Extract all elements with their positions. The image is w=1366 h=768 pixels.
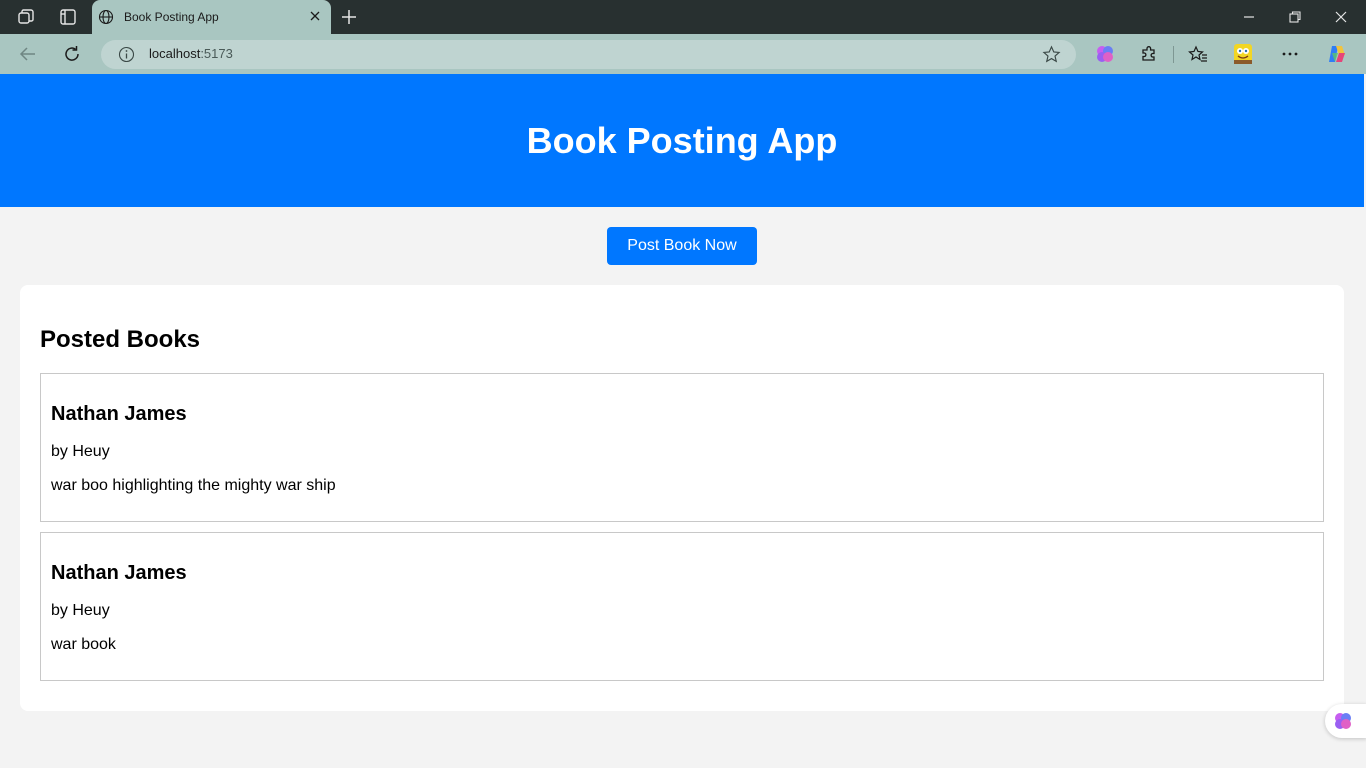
close-icon[interactable] <box>309 10 321 22</box>
url-port: :5173 <box>200 46 233 61</box>
refresh-icon[interactable] <box>62 44 82 64</box>
book-description: war book <box>51 636 116 653</box>
minimize-icon[interactable] <box>1242 10 1256 24</box>
toolbar-divider <box>1173 46 1174 63</box>
posted-books-heading: Posted Books <box>40 326 201 353</box>
book-author: by Heuy <box>51 602 110 619</box>
browser-titlebar: Book Posting App <box>0 0 1366 34</box>
book-description: war boo highlighting the mighty war ship <box>51 477 336 494</box>
tab-book-posting-app[interactable]: Book Posting App <box>92 0 331 34</box>
globe-icon <box>98 9 114 25</box>
post-book-button[interactable]: Post Book Now <box>607 227 757 265</box>
book-title: Nathan James <box>51 562 187 584</box>
floating-copilot-button[interactable] <box>1325 704 1366 738</box>
copilot-brain-icon <box>1335 713 1351 729</box>
copilot-icon[interactable] <box>1326 43 1348 65</box>
more-icon[interactable] <box>1279 43 1301 65</box>
copilot-brain-icon[interactable] <box>1094 43 1116 65</box>
restore-icon[interactable] <box>1288 10 1302 24</box>
favorites-icon[interactable] <box>1187 43 1209 65</box>
address-bar[interactable]: localhost:5173 <box>101 40 1076 69</box>
url-text[interactable]: localhost:5173 <box>149 46 233 61</box>
close-window-icon[interactable] <box>1334 10 1348 24</box>
book-title: Nathan James <box>51 403 187 425</box>
page-viewport: Book Posting App Post Book Now Posted Bo… <box>0 74 1366 768</box>
new-tab-icon[interactable] <box>340 8 358 26</box>
back-icon[interactable] <box>18 44 38 64</box>
browser-toolbar: localhost:5173 <box>0 34 1366 74</box>
book-card: Nathan James by Heuy war boo highlightin… <box>40 373 1324 522</box>
profile-avatar-icon[interactable] <box>1232 43 1254 65</box>
workspaces-icon[interactable] <box>16 7 36 27</box>
tab-title: Book Posting App <box>124 10 219 24</box>
posted-books-panel: Posted Books Nathan James by Heuy war bo… <box>20 285 1344 711</box>
url-host: localhost <box>149 46 201 61</box>
book-card: Nathan James by Heuy war book <box>40 532 1324 681</box>
tab-actions-icon[interactable] <box>58 7 78 27</box>
info-icon[interactable] <box>118 46 135 63</box>
app-title: Book Posting App <box>526 119 838 161</box>
app-header: Book Posting App <box>0 74 1364 207</box>
extensions-icon[interactable] <box>1138 43 1160 65</box>
book-author: by Heuy <box>51 443 110 460</box>
star-icon[interactable] <box>1042 45 1061 64</box>
